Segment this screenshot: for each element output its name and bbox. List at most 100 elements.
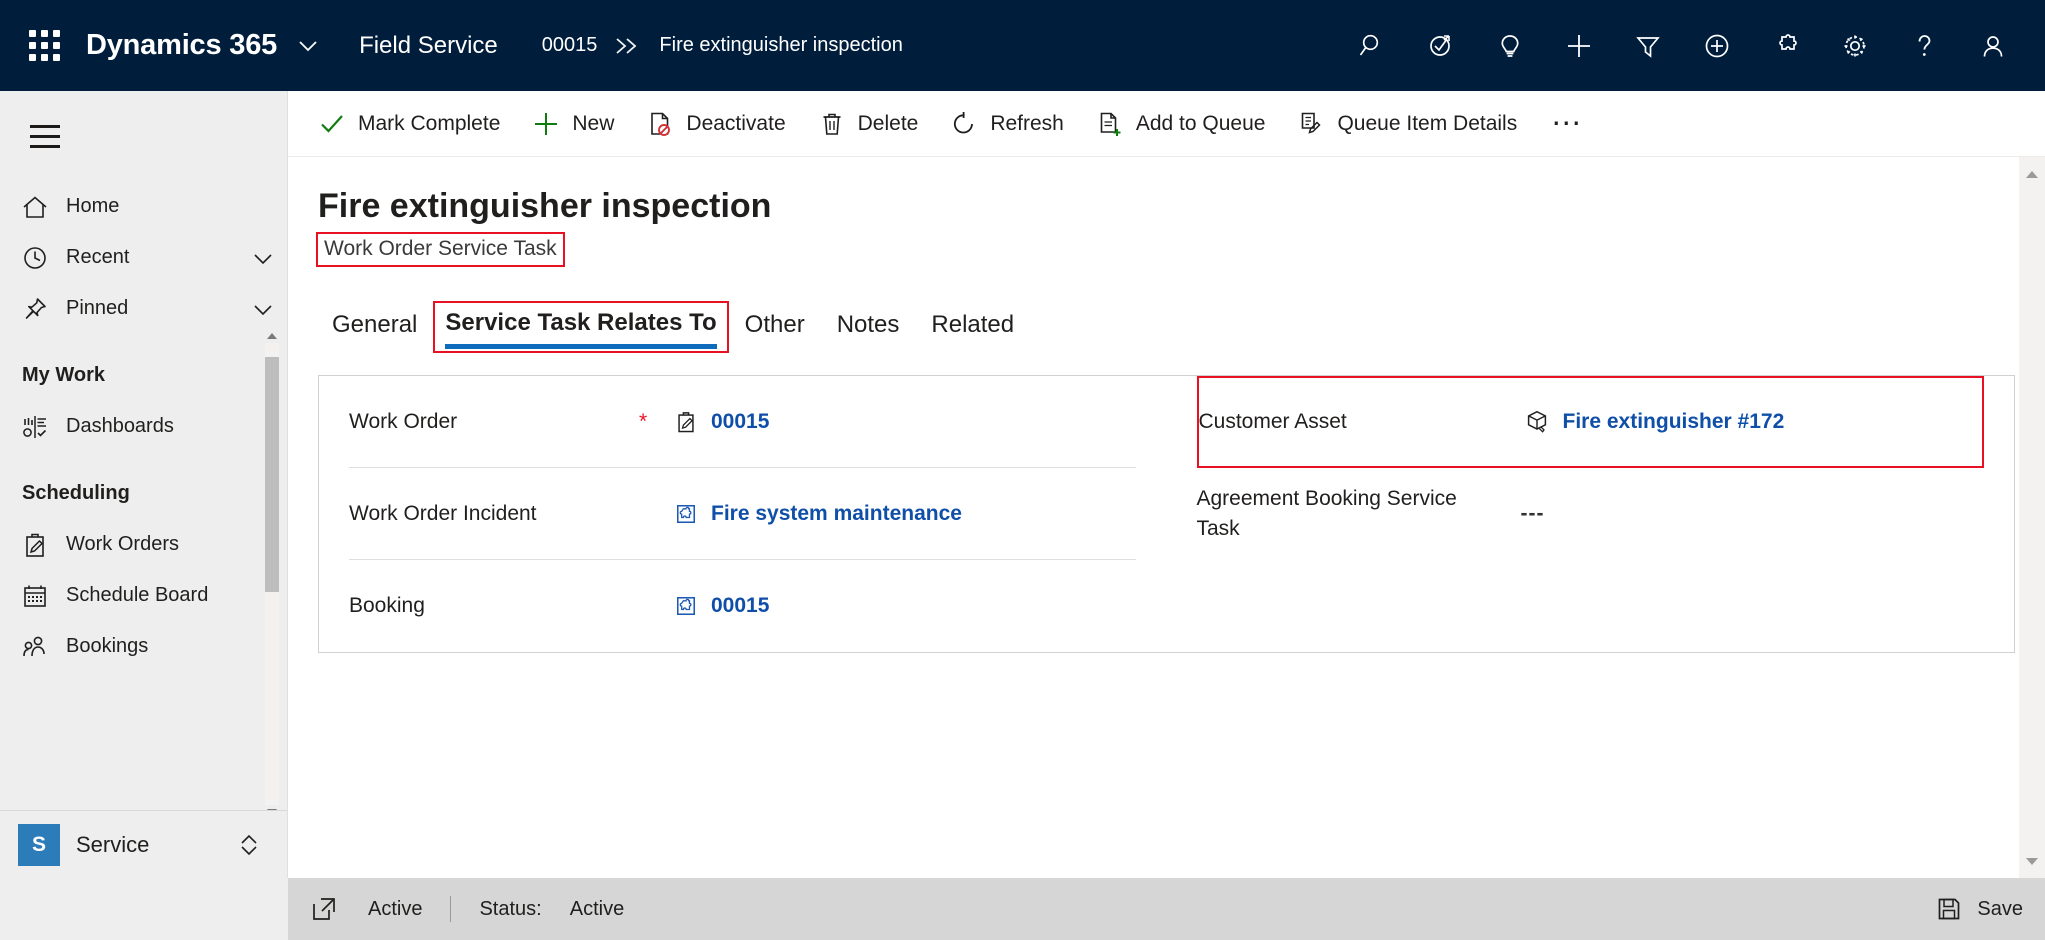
queue-item-details-icon: [1297, 110, 1325, 138]
search-icon[interactable]: [1337, 15, 1406, 77]
chevron-down-icon[interactable]: [239, 245, 287, 271]
top-navigation-bar: Dynamics 365 Field Service 00015 Fire ex…: [0, 0, 2045, 91]
delete-button[interactable]: Delete: [802, 97, 935, 151]
sidebar-item-bookings[interactable]: Bookings: [0, 621, 287, 672]
sidebar-item-label: Recent: [66, 246, 130, 268]
sidebar-scroll-track[interactable]: [265, 343, 279, 805]
field-value[interactable]: 00015: [673, 593, 769, 619]
tab-general[interactable]: General: [316, 303, 433, 353]
area-switcher-label: Service: [76, 831, 150, 857]
popout-icon[interactable]: [310, 895, 338, 923]
refresh-button[interactable]: Refresh: [934, 97, 1080, 151]
quick-create-plus-icon[interactable]: [1544, 15, 1613, 77]
tab-label: Service Task Relates To: [445, 309, 717, 336]
filter-icon[interactable]: [1613, 15, 1682, 77]
main-scrollbar[interactable]: [2019, 157, 2045, 878]
add-to-queue-icon: [1096, 110, 1124, 138]
tab-label: Notes: [836, 311, 900, 338]
sidebar-item-schedule-board[interactable]: Schedule Board: [0, 570, 287, 621]
scroll-down-arrow-icon[interactable]: [2019, 848, 2045, 874]
deactivate-button[interactable]: Deactivate: [630, 97, 801, 151]
command-label: Deactivate: [686, 111, 786, 135]
page-title: Fire extinguisher inspection: [318, 187, 772, 225]
save-floppy-icon: [1935, 895, 1963, 923]
new-button[interactable]: New: [516, 97, 630, 151]
user-avatar-icon[interactable]: [1958, 15, 2027, 77]
field-value[interactable]: 00015: [673, 409, 769, 435]
area-switcher[interactable]: S Service: [0, 810, 287, 878]
mark-complete-button[interactable]: Mark Complete: [302, 97, 516, 151]
field-value[interactable]: Fire system maintenance: [673, 501, 962, 527]
tab-other[interactable]: Other: [729, 303, 821, 353]
scroll-down-arrow-icon[interactable]: [265, 805, 279, 810]
waffle-grid-icon[interactable]: [22, 24, 66, 68]
breadcrumb-record-id[interactable]: 00015: [542, 34, 598, 57]
diagnostics-icon[interactable]: [1406, 15, 1475, 77]
lightbulb-icon[interactable]: [1475, 15, 1544, 77]
command-label: Queue Item Details: [1337, 111, 1518, 135]
field-link[interactable]: Fire system maintenance: [711, 502, 962, 526]
field-value[interactable]: Fire extinguisher #172: [1523, 408, 1785, 436]
add-circle-icon[interactable]: [1682, 15, 1751, 77]
sidebar-item-work-orders[interactable]: Work Orders: [0, 519, 287, 570]
command-label: New: [572, 111, 615, 135]
field-value[interactable]: ---: [1521, 502, 1545, 526]
sidebar-item-pinned[interactable]: Pinned: [0, 283, 287, 334]
puzzle-icon[interactable]: [1751, 15, 1820, 77]
field-link[interactable]: 00015: [711, 410, 769, 434]
scroll-up-arrow-icon[interactable]: [2019, 161, 2045, 187]
help-question-icon[interactable]: [1889, 15, 1958, 77]
entity-label-annotation: Work Order Service Task: [316, 232, 565, 267]
field-link[interactable]: Fire extinguisher #172: [1563, 410, 1785, 434]
field-label: Work Order Incident: [349, 501, 537, 525]
breadcrumb-current[interactable]: Fire extinguisher inspection: [659, 34, 902, 57]
form-column-right: Customer Asset Fire extinguisher #172 Ag…: [1167, 376, 2015, 652]
brand-title[interactable]: Dynamics 365: [86, 29, 277, 62]
field-link[interactable]: 00015: [711, 594, 769, 618]
chevron-down-icon[interactable]: [295, 33, 321, 59]
chevron-updown-icon[interactable]: [229, 830, 269, 860]
footer-wrapper: Active Status: Active Save: [0, 878, 2045, 940]
form-column-left: Work Order * 00015 Work Order Incident F…: [319, 376, 1167, 652]
sidebar-item-label: Dashboards: [66, 415, 174, 437]
field-row-work-order-incident: Work Order Incident Fire system maintena: [349, 468, 1136, 560]
save-button[interactable]: Save: [1935, 895, 2023, 923]
sidebar-item-label: Bookings: [66, 635, 149, 657]
sidebar-group-title-my-work: My Work: [22, 364, 105, 386]
tab-label: Related: [931, 311, 1015, 338]
field-row-customer-asset: Customer Asset Fire extinguisher #172: [1196, 376, 1984, 468]
form-field-card: Work Order * 00015 Work Order Incident F…: [318, 375, 2015, 653]
tab-service-task-relates-to[interactable]: Service Task Relates To: [433, 301, 729, 353]
command-overflow-button[interactable]: ⋯: [1533, 97, 1601, 151]
sidebar-scrollbar[interactable]: [265, 329, 279, 810]
area-badge: S: [18, 823, 60, 866]
sidebar-item-dashboards[interactable]: Dashboards: [0, 401, 287, 452]
record-state: Active: [368, 897, 423, 920]
sidebar-item-recent[interactable]: Recent: [0, 232, 287, 283]
trash-icon: [818, 110, 846, 138]
field-empty-value: ---: [1520, 502, 1545, 525]
footer-divider: [450, 896, 452, 922]
checkmark-icon: [318, 110, 346, 138]
breadcrumb-separator-icon: [613, 35, 643, 57]
sidebar-item-label: Pinned: [66, 297, 129, 319]
form-content-region: Fire extinguisher inspection Work Order …: [288, 157, 2045, 878]
clock-icon: [20, 243, 66, 273]
tab-label: General: [332, 311, 418, 338]
incident-puzzle-icon: [673, 501, 699, 527]
app-name[interactable]: Field Service: [359, 32, 498, 60]
settings-gear-icon[interactable]: [1820, 15, 1889, 77]
app-body: Home Recent Pinned My Work Dashboards Sc…: [0, 91, 2045, 878]
command-label: Delete: [857, 111, 919, 135]
scroll-up-arrow-icon[interactable]: [265, 329, 279, 343]
queue-item-details-button[interactable]: Queue Item Details: [1281, 97, 1533, 151]
hamburger-menu-icon[interactable]: [12, 103, 78, 169]
save-label: Save: [1977, 897, 2023, 920]
tab-notes[interactable]: Notes: [821, 303, 916, 353]
chevron-down-icon[interactable]: [239, 296, 287, 322]
sidebar-scroll-thumb[interactable]: [265, 357, 279, 592]
add-to-queue-button[interactable]: Add to Queue: [1080, 97, 1282, 151]
sidebar-item-home[interactable]: Home: [0, 181, 287, 232]
sitemap-scroll-region: Home Recent Pinned My Work Dashboards Sc…: [0, 169, 287, 810]
tab-related[interactable]: Related: [915, 303, 1030, 353]
